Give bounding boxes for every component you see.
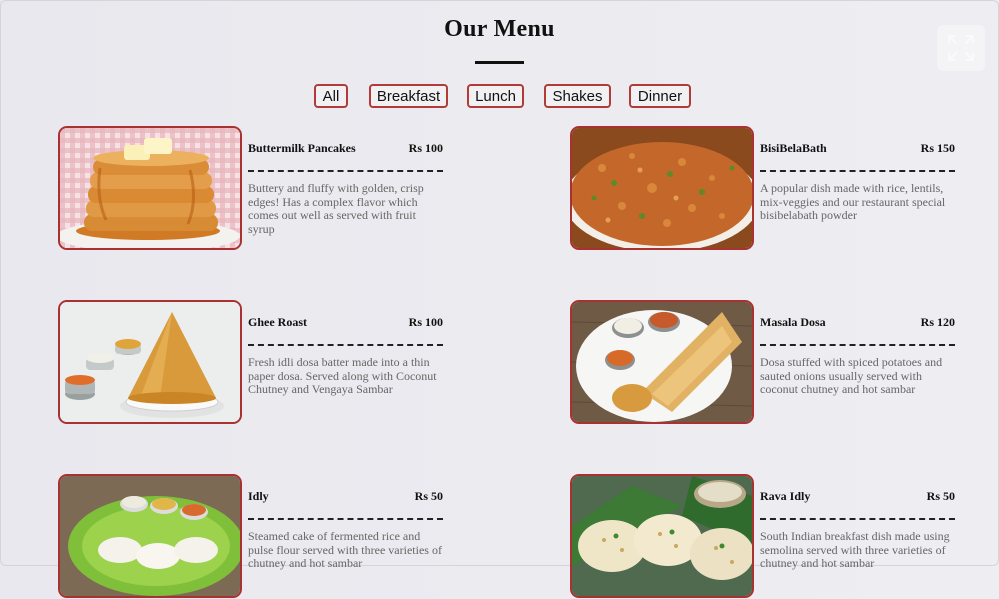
item-name: Masala Dosa	[760, 315, 826, 329]
filter-lunch-button[interactable]: Lunch	[467, 84, 524, 108]
rava-idly-photo	[570, 474, 754, 598]
filter-breakfast-button[interactable]: Breakfast	[369, 84, 448, 108]
menu-item: Idly Rs 50 Steamed cake of fermented ric…	[58, 474, 443, 599]
item-price: Rs 50	[414, 489, 443, 503]
title-underline	[475, 61, 524, 64]
filter-dinner-button[interactable]: Dinner	[629, 84, 691, 108]
item-description: Steamed cake of fermented rice and pulse…	[248, 529, 442, 570]
item-description: Dosa stuffed with spiced potatoes and sa…	[760, 355, 943, 396]
item-name: Rava Idly	[760, 489, 811, 503]
filter-all-button[interactable]: All	[314, 84, 348, 108]
filter-bar: All Breakfast Lunch Shakes Dinner	[0, 84, 999, 108]
item-name: Buttermilk Pancakes	[248, 141, 356, 155]
menu-item: BisiBelaBath Rs 150 A popular dish made …	[570, 126, 955, 251]
item-description: Fresh idli dosa batter made into a thin …	[248, 355, 437, 396]
item-description: A popular dish made with rice, lentils, …	[760, 181, 946, 222]
menu-item: Masala Dosa Rs 120 Dosa stuffed with spi…	[570, 300, 955, 425]
item-description: Buttery and fluffy with golden, crisp ed…	[248, 181, 424, 236]
divider	[248, 518, 443, 520]
item-name: Ghee Roast	[248, 315, 307, 329]
page-title: Our Menu	[444, 16, 555, 42]
masala-dosa-photo	[570, 300, 754, 424]
fullscreen-button[interactable]	[937, 25, 985, 71]
menu-item: Buttermilk Pancakes Rs 100 Buttery and f…	[58, 126, 443, 251]
divider	[248, 344, 443, 346]
filter-shakes-button[interactable]: Shakes	[544, 84, 611, 108]
item-description: South Indian breakfast dish made using s…	[760, 529, 950, 570]
pancakes-photo	[58, 126, 242, 250]
item-price: Rs 120	[920, 315, 955, 329]
item-price: Rs 100	[408, 315, 443, 329]
divider	[248, 170, 443, 172]
item-price: Rs 50	[926, 489, 955, 503]
menu-item: Ghee Roast Rs 100 Fresh idli dosa batter…	[58, 300, 443, 425]
bisibelabath-photo	[570, 126, 754, 250]
divider	[760, 518, 955, 520]
item-name: Idly	[248, 489, 269, 503]
idly-photo	[58, 474, 242, 598]
item-price: Rs 150	[920, 141, 955, 155]
fullscreen-icon	[947, 34, 975, 62]
divider	[760, 170, 955, 172]
ghee-roast-photo	[58, 300, 242, 424]
item-price: Rs 100	[408, 141, 443, 155]
item-name: BisiBelaBath	[760, 141, 827, 155]
divider	[760, 344, 955, 346]
menu-item: Rava Idly Rs 50 South Indian breakfast d…	[570, 474, 955, 599]
